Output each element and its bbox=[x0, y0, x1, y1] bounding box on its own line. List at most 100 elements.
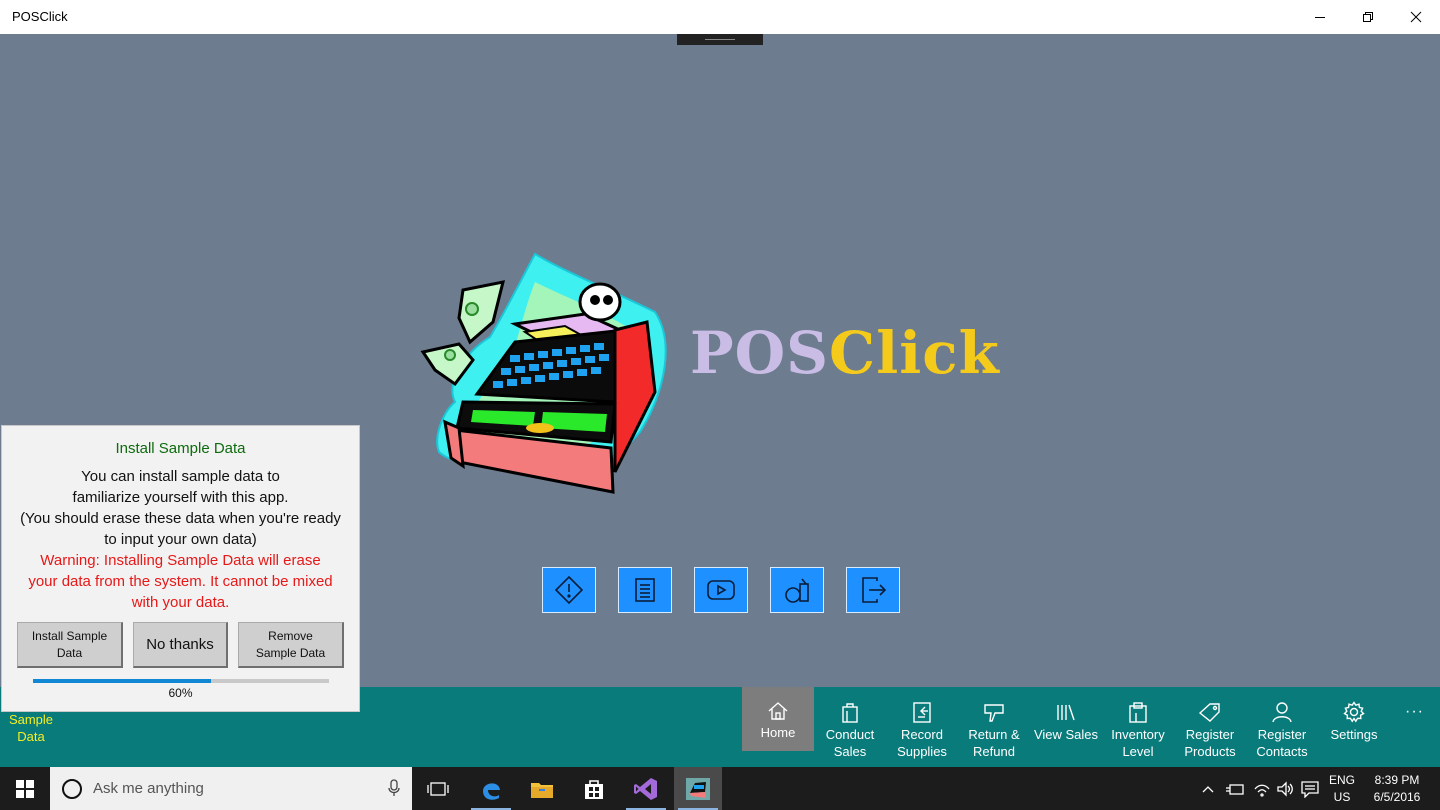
minimize-button[interactable] bbox=[1296, 0, 1344, 34]
clock-time: 8:39 PM bbox=[1374, 773, 1420, 787]
task-view-icon bbox=[427, 781, 449, 796]
warning-diamond-icon bbox=[555, 576, 583, 604]
logo-text-click: Click bbox=[829, 319, 1000, 387]
start-button[interactable] bbox=[0, 767, 50, 810]
nav-view-sales[interactable]: View Sales bbox=[1030, 687, 1102, 767]
input-language-button[interactable]: ENG US bbox=[1326, 772, 1358, 806]
cortana-search-box[interactable]: Ask me anything bbox=[50, 767, 412, 810]
dialog-warning: Warning: Installing Sample Data will era… bbox=[2, 550, 359, 613]
cash-register-logo bbox=[420, 252, 667, 494]
close-icon bbox=[1410, 11, 1422, 23]
window-title: POSClick bbox=[12, 9, 68, 24]
logo-text-pos: POS bbox=[690, 319, 830, 387]
visual-studio-icon bbox=[634, 777, 657, 800]
nav-return-refund[interactable]: Return & Refund bbox=[958, 687, 1030, 767]
nav-label: View Sales bbox=[1033, 727, 1099, 742]
notification-icon bbox=[1301, 780, 1319, 798]
progress-label: 60% bbox=[168, 686, 193, 700]
main-nav: Home Conduct Sales Record Supplies Retur… bbox=[742, 687, 1390, 767]
nav-label: Inventory bbox=[1111, 727, 1165, 742]
task-view-button[interactable] bbox=[414, 767, 462, 810]
button-label-line: Data bbox=[56, 645, 83, 660]
nav-label: Supplies bbox=[897, 744, 947, 759]
nav-settings[interactable]: Settings bbox=[1318, 687, 1390, 767]
taskbar-clock[interactable]: 8:39 PM 6/5/2016 bbox=[1364, 772, 1430, 806]
nav-label: Record bbox=[901, 727, 943, 742]
show-hidden-icons-button[interactable] bbox=[1198, 767, 1218, 810]
dialog-title: Install Sample Data bbox=[115, 440, 246, 457]
dialog-message: You can install sample data to familiari… bbox=[2, 466, 359, 550]
battery-plug-icon bbox=[1226, 783, 1244, 795]
nav-register-contacts[interactable]: Register Contacts bbox=[1246, 687, 1318, 767]
minimize-icon bbox=[1315, 17, 1325, 18]
taskbar-posclick[interactable] bbox=[674, 767, 722, 810]
nav-label: Products bbox=[1184, 744, 1236, 759]
video-icon bbox=[707, 580, 735, 600]
wifi-icon bbox=[1254, 784, 1270, 797]
bag-icon bbox=[842, 703, 858, 723]
clock-date: 6/5/2016 bbox=[1373, 790, 1421, 804]
power-tray-icon[interactable] bbox=[1222, 767, 1248, 810]
language-code: ENG bbox=[1328, 773, 1355, 787]
dialog-warning-line: with your data. bbox=[131, 594, 230, 611]
language-region: US bbox=[1333, 790, 1351, 804]
action-center-button[interactable] bbox=[1298, 767, 1322, 810]
nav-label: Conduct bbox=[825, 727, 875, 742]
nav-label: Register bbox=[1185, 727, 1235, 742]
dialog-message-line: to input your own data) bbox=[104, 531, 257, 548]
video-button[interactable] bbox=[694, 567, 748, 613]
network-tray-icon[interactable] bbox=[1250, 767, 1274, 810]
button-label: No thanks bbox=[146, 636, 214, 653]
notes-button[interactable] bbox=[618, 567, 672, 613]
drag-handle[interactable] bbox=[677, 34, 763, 45]
folder-icon bbox=[531, 782, 553, 798]
dialog-warning-line: your data from the system. It cannot be … bbox=[28, 573, 333, 590]
speaker-icon bbox=[1277, 780, 1293, 797]
bottles-icon bbox=[785, 578, 809, 603]
chevron-up-icon bbox=[1202, 785, 1214, 792]
taskbar-store[interactable] bbox=[570, 767, 618, 810]
nav-home[interactable]: Home bbox=[742, 687, 814, 751]
nav-inventory-level[interactable]: Inventory Level bbox=[1102, 687, 1174, 767]
progress-fill bbox=[33, 679, 211, 683]
cortana-icon bbox=[62, 779, 82, 799]
close-button[interactable] bbox=[1392, 0, 1440, 34]
search-placeholder: Ask me anything bbox=[93, 780, 204, 797]
no-thanks-button[interactable]: No thanks bbox=[133, 622, 228, 668]
sample-data-label: Sample bbox=[8, 712, 54, 727]
dialog-message-line: familiarize yourself with this app. bbox=[72, 489, 289, 506]
taskbar-visual-studio[interactable] bbox=[622, 767, 670, 810]
supplies-button[interactable] bbox=[770, 567, 824, 613]
nav-record-supplies[interactable]: Record Supplies bbox=[886, 687, 958, 767]
microphone-icon[interactable] bbox=[388, 779, 400, 797]
volume-tray-icon[interactable] bbox=[1274, 767, 1296, 810]
button-label-line: Remove bbox=[268, 628, 313, 643]
remove-sample-data-button[interactable]: Remove Sample Data bbox=[238, 622, 344, 668]
nav-label: Return & bbox=[968, 727, 1020, 742]
quick-action-bar bbox=[542, 567, 900, 613]
install-sample-data-button[interactable]: Install Sample Data bbox=[17, 622, 123, 668]
windows-taskbar: Ask me anything ENG US 8:39 PM 6/5/2016 bbox=[0, 767, 1440, 810]
dialog-warning-line: Warning: Installing Sample Data will era… bbox=[40, 552, 321, 569]
install-progress-bar bbox=[33, 679, 329, 683]
thumbs-down-icon bbox=[984, 704, 1004, 722]
restore-button[interactable] bbox=[1344, 0, 1392, 34]
nav-conduct-sales[interactable]: Conduct Sales bbox=[814, 687, 886, 767]
nav-label: Sales bbox=[833, 744, 867, 759]
more-button[interactable]: ··· bbox=[1405, 703, 1424, 721]
app-logo-text: POSClick bbox=[690, 319, 1000, 387]
windows-logo-icon bbox=[16, 779, 34, 798]
nav-label: Level bbox=[1122, 744, 1154, 759]
record-supplies-icon bbox=[913, 702, 931, 723]
nav-register-products[interactable]: Register Products bbox=[1174, 687, 1246, 767]
library-icon bbox=[1057, 704, 1075, 721]
taskbar-edge[interactable] bbox=[467, 767, 515, 810]
button-label-line: Sample Data bbox=[255, 645, 326, 660]
taskbar-file-explorer[interactable] bbox=[518, 767, 566, 810]
warning-button[interactable] bbox=[542, 567, 596, 613]
person-icon bbox=[1272, 702, 1292, 723]
nav-label: Settings bbox=[1330, 727, 1378, 742]
tag-icon bbox=[1198, 703, 1220, 722]
sample-data-label: Data bbox=[17, 729, 45, 744]
exit-button[interactable] bbox=[846, 567, 900, 613]
